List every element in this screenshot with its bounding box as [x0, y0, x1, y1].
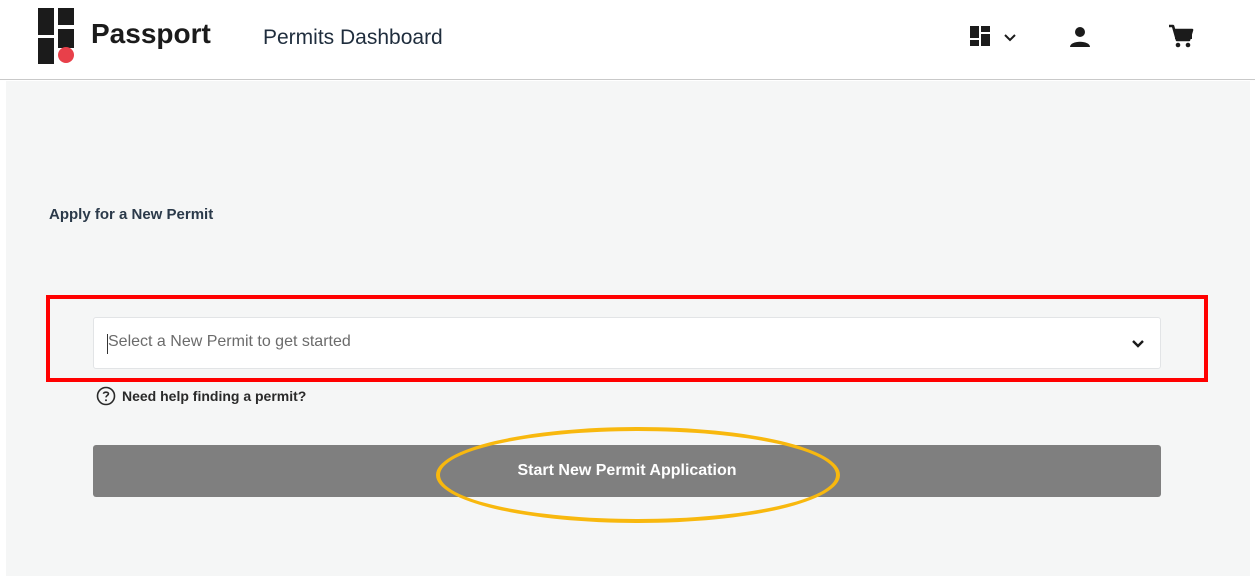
- help-finding-permit-link[interactable]: Need help finding a permit?: [96, 386, 306, 406]
- help-question-icon: [96, 386, 116, 406]
- passport-logo-icon[interactable]: [38, 8, 80, 64]
- chevron-down-icon: [1004, 34, 1016, 42]
- permit-select-placeholder: Select a New Permit to get started: [108, 333, 351, 350]
- shopping-cart-icon: [1169, 24, 1194, 48]
- account-button[interactable]: [1068, 22, 1098, 52]
- logo-text[interactable]: Passport: [91, 18, 211, 50]
- help-link-text: Need help finding a permit?: [122, 388, 307, 404]
- permit-select-dropdown[interactable]: Select a New Permit to get started: [93, 317, 1161, 369]
- start-new-permit-application-button[interactable]: Start New Permit Application: [93, 445, 1161, 497]
- grid-apps-icon: [970, 26, 990, 46]
- chevron-down-icon[interactable]: [1130, 336, 1146, 352]
- user-icon: [1070, 27, 1090, 47]
- apps-menu-button[interactable]: [970, 22, 1030, 52]
- page-title: Permits Dashboard: [263, 26, 443, 49]
- section-heading: Apply for a New Permit: [49, 206, 214, 223]
- top-header: Passport Permits Dashboard: [0, 0, 1255, 80]
- cart-button[interactable]: [1168, 22, 1200, 52]
